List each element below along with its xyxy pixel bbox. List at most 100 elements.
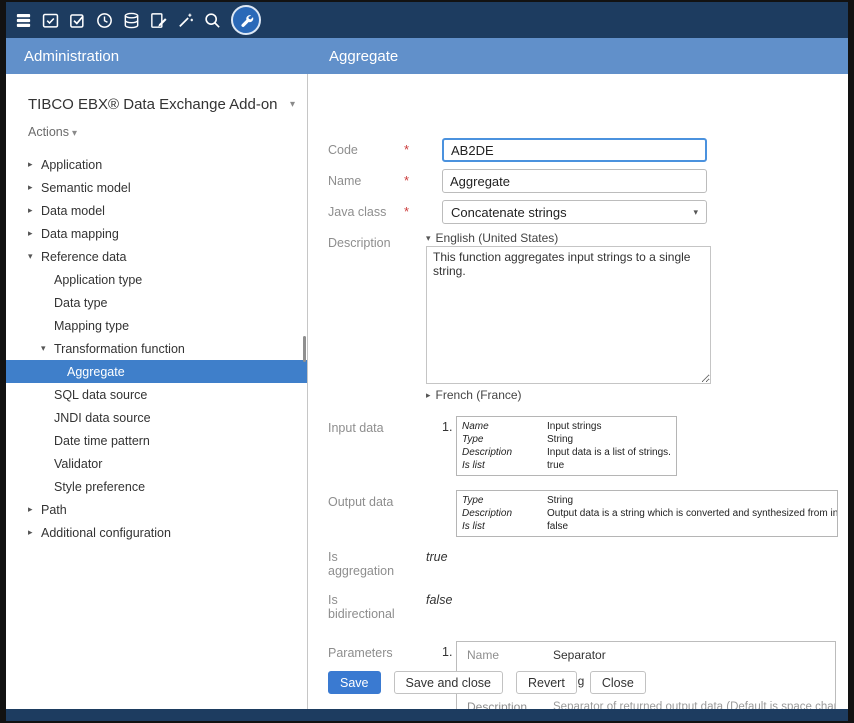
java-class-select[interactable]: Concatenate strings ▾	[442, 200, 707, 224]
search-icon[interactable]	[200, 7, 225, 33]
stack-icon[interactable]	[11, 7, 36, 33]
required-marker: *	[404, 200, 442, 219]
table-value: Separator of returned output data (Defau…	[553, 701, 836, 709]
save-and-close-button[interactable]: Save and close	[394, 671, 503, 694]
sidebar-item-label: Date time pattern	[54, 434, 150, 448]
sidebar-item-additional-configuration[interactable]: ▸Additional configuration	[6, 521, 307, 544]
input-data-row: Input data 1. NameInput stringsTypeStrin…	[328, 416, 848, 476]
table-value: false	[547, 520, 573, 533]
table-row: TypeString	[457, 433, 676, 446]
app-window: Administration Aggregate TIBCO EBX® Data…	[0, 0, 854, 723]
sidebar-item-label: Additional configuration	[41, 526, 171, 540]
chevron-right-icon[interactable]: ▸	[28, 228, 41, 239]
save-button[interactable]: Save	[328, 671, 381, 694]
sidebar-item-label: Semantic model	[41, 181, 131, 195]
required-marker: *	[404, 138, 442, 157]
table-row: DescriptionOutput data is a string which…	[457, 507, 837, 520]
header-bar: Administration Aggregate	[6, 38, 848, 74]
table-key: Name	[457, 420, 547, 433]
chevron-down-icon[interactable]: ▾	[41, 343, 54, 354]
dataset-title-row: TIBCO EBX® Data Exchange Add-on ▾	[28, 96, 295, 113]
calendar-check-icon[interactable]	[38, 7, 63, 33]
chevron-down-icon[interactable]: ▾	[28, 251, 41, 262]
chevron-right-icon[interactable]: ▸	[28, 504, 41, 515]
bottom-strip	[6, 709, 848, 721]
table-value: Input data is a list of strings.	[547, 446, 676, 459]
description-locales: ▾ English (United States) This function …	[426, 231, 711, 402]
input-data-label: Input data	[328, 416, 404, 435]
actions-menu-button[interactable]: Actions▾	[28, 125, 285, 139]
locale-toggle-french[interactable]: ▸ French (France)	[426, 388, 711, 402]
name-input[interactable]	[442, 169, 707, 193]
sidebar-item-reference-data[interactable]: ▾Reference data	[6, 245, 307, 268]
sidebar-item-label: Path	[41, 503, 67, 517]
table-key: Description	[457, 700, 553, 709]
clock-icon[interactable]	[92, 7, 117, 33]
table-row: Is listfalse	[457, 520, 837, 533]
table-value: Output data is a string which is convert…	[547, 507, 838, 520]
table-value: Separator	[553, 648, 610, 662]
sidebar-item-label: Mapping type	[54, 319, 129, 333]
sidebar-item-transformation-function[interactable]: ▾Transformation function	[6, 337, 307, 360]
sidebar-item-sql-data-source[interactable]: SQL data source	[6, 383, 307, 406]
spacer	[442, 490, 456, 494]
sidebar-item-data-model[interactable]: ▸Data model	[6, 199, 307, 222]
close-button[interactable]: Close	[590, 671, 646, 694]
chevron-right-icon[interactable]: ▸	[28, 182, 41, 193]
java-class-label: Java class	[328, 200, 404, 219]
table-key: Description	[457, 446, 547, 459]
wrench-icon[interactable]	[231, 5, 261, 35]
chevron-down-icon[interactable]: ▾	[290, 99, 295, 110]
locale-toggle-english[interactable]: ▾ English (United States)	[426, 231, 711, 245]
sidebar-item-data-type[interactable]: Data type	[6, 291, 307, 314]
sidebar-item-label: Data model	[41, 204, 105, 218]
table-row: NameSeparator	[457, 642, 835, 668]
table-key: Type	[457, 433, 547, 446]
input-data-index: 1.	[442, 416, 456, 434]
sidebar-tree: ▸Application▸Semantic model▸Data model▸D…	[6, 153, 307, 544]
sidebar-item-path[interactable]: ▸Path	[6, 498, 307, 521]
chevron-right-icon[interactable]: ▸	[28, 159, 41, 170]
content-area: TIBCO EBX® Data Exchange Add-on ▾ Action…	[6, 74, 848, 709]
is-bidirectional-label: Is bidirectional	[328, 588, 404, 621]
name-row: Name *	[328, 169, 848, 193]
locale-english-label: English (United States)	[436, 231, 559, 245]
chevron-right-icon[interactable]: ▸	[28, 205, 41, 216]
sidebar-item-aggregate[interactable]: Aggregate	[6, 360, 307, 383]
sidebar-item-label: Transformation function	[54, 342, 185, 356]
table-key: Type	[457, 494, 547, 507]
sidebar-scrollbar-thumb[interactable]	[303, 336, 306, 362]
topbar	[6, 2, 848, 38]
sidebar-item-date-time-pattern[interactable]: Date time pattern	[6, 429, 307, 452]
sidebar-item-validator[interactable]: Validator	[6, 452, 307, 475]
table-value: String	[547, 494, 578, 507]
dataset-title: TIBCO EBX® Data Exchange Add-on	[28, 96, 278, 113]
input-data-table: NameInput stringsTypeStringDescriptionIn…	[456, 416, 677, 476]
sidebar-item-semantic-model[interactable]: ▸Semantic model	[6, 176, 307, 199]
checklist-icon[interactable]	[65, 7, 90, 33]
sidebar-item-jndi-data-source[interactable]: JNDI data source	[6, 406, 307, 429]
table-value: Input strings	[547, 420, 606, 433]
sidebar-item-label: Aggregate	[67, 365, 125, 379]
output-data-table: TypeStringDescriptionOutput data is a st…	[456, 490, 838, 537]
sidebar-item-style-preference[interactable]: Style preference	[6, 475, 307, 498]
java-class-selected-value: Concatenate strings	[451, 205, 567, 220]
code-input[interactable]	[442, 138, 707, 162]
description-english-textarea[interactable]: This function aggregates input strings t…	[426, 246, 711, 384]
sidebar-item-label: Validator	[54, 457, 102, 471]
magic-wand-icon[interactable]	[173, 7, 198, 33]
revert-button[interactable]: Revert	[516, 671, 577, 694]
table-row: Is listtrue	[457, 459, 676, 472]
sidebar-item-application-type[interactable]: Application type	[6, 268, 307, 291]
table-key: Name	[457, 648, 553, 662]
database-icon[interactable]	[119, 7, 144, 33]
form-panel: Code * Name * Java class * Concatenate s…	[308, 74, 848, 709]
table-row: TypeString	[457, 494, 837, 507]
code-label: Code	[328, 138, 404, 157]
form-edit-icon[interactable]	[146, 7, 171, 33]
sidebar-item-mapping-type[interactable]: Mapping type	[6, 314, 307, 337]
sidebar-item-data-mapping[interactable]: ▸Data mapping	[6, 222, 307, 245]
chevron-right-icon[interactable]: ▸	[28, 527, 41, 538]
java-class-row: Java class * Concatenate strings ▾	[328, 200, 848, 224]
sidebar-item-application[interactable]: ▸Application	[6, 153, 307, 176]
